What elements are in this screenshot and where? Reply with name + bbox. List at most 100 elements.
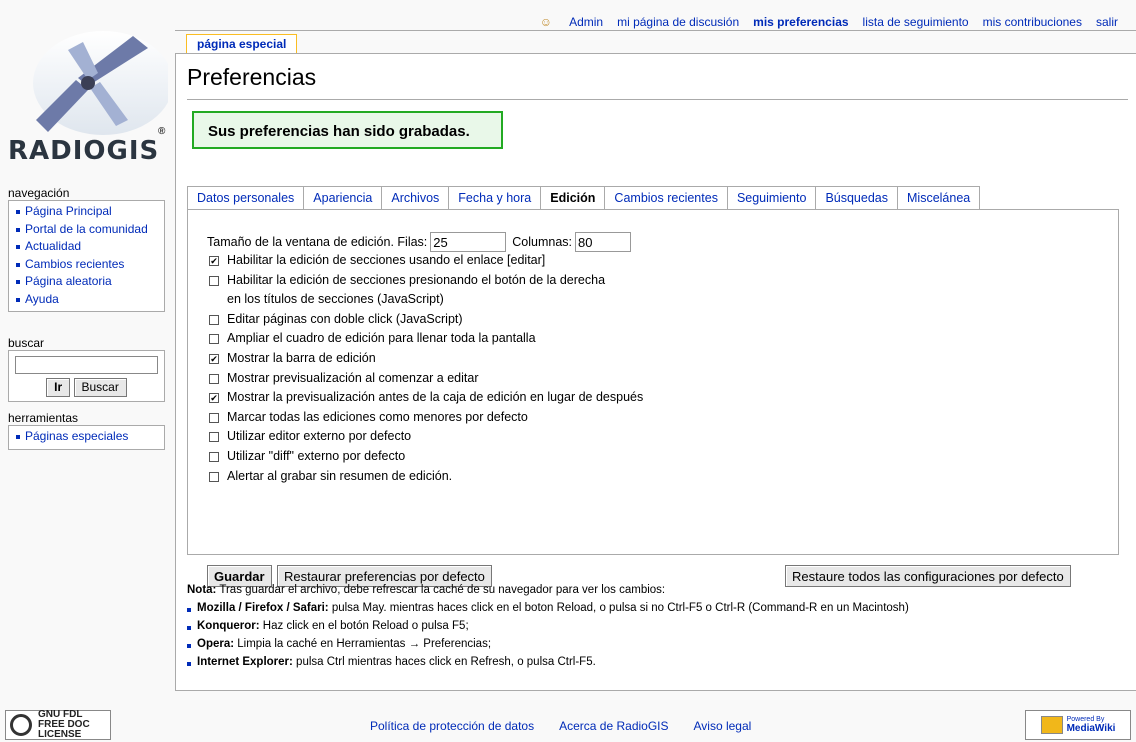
nav-item[interactable]: Portal de la comunidad — [15, 221, 158, 239]
option-row: en los títulos de secciones (JavaScript) — [209, 292, 643, 312]
footer-link-privacy[interactable]: Política de protección de datos — [370, 719, 534, 733]
nav-item[interactable]: Página Principal — [15, 203, 158, 221]
footer-link-disclaimer[interactable]: Aviso legal — [694, 719, 752, 733]
personal-link[interactable]: mis contribuciones — [983, 15, 1082, 29]
pref-tab[interactable]: Cambios recientes — [605, 186, 728, 210]
option-label: Habilitar la edición de secciones usando… — [227, 253, 546, 267]
pref-tab[interactable]: Fecha y hora — [449, 186, 542, 210]
mw-badge-line: Powered By — [1066, 716, 1105, 723]
footer-link-about[interactable]: Acerca de RadioGIS — [559, 719, 668, 733]
site-logo[interactable]: RADIOGIS ® — [8, 28, 173, 168]
personal-link[interactable]: salir — [1096, 15, 1118, 29]
tools-portlet: herramientas Páginas especiales — [8, 411, 165, 450]
option-row: ✔ Habilitar la edición de secciones usand… — [209, 253, 643, 273]
content-area: Preferencias Sus preferencias han sido g… — [175, 53, 1136, 691]
option-checkbox[interactable] — [209, 334, 219, 345]
option-checkbox[interactable]: ✔ — [209, 256, 219, 266]
go-button[interactable]: Ir — [46, 378, 71, 397]
gnu-badge-line: LICENSE — [38, 729, 82, 740]
option-row: Utilizar "diff" externo por defecto — [209, 449, 643, 469]
pref-tab[interactable]: Búsquedas — [816, 186, 898, 210]
option-checkbox[interactable] — [209, 412, 219, 423]
personal-toolbar: ☺ Admin mi página de discusión mis preferen… — [540, 12, 1118, 32]
option-row: Editar páginas con doble click (JavaScri… — [209, 312, 643, 332]
cols-label: Columnas: — [512, 235, 573, 249]
footer: GNU FDL FREE DOC LICENSE Política de pro… — [0, 707, 1136, 742]
option-label: Utilizar editor externo por defecto — [227, 429, 412, 444]
tools-item[interactable]: Páginas especiales — [15, 428, 158, 446]
options-list: ✔ Habilitar la edición de secciones usand… — [209, 253, 643, 488]
note-intro: Tras guardar el archivo, debe refrescar … — [216, 584, 666, 596]
option-label: Editar páginas con doble click (JavaScri… — [227, 311, 463, 326]
nav-item[interactable]: Cambios recientes — [15, 256, 158, 274]
editbox-size-row: Tamaño de la ventana de edición. Filas: … — [207, 232, 637, 252]
note-item-browser: Opera: — [197, 638, 235, 650]
personal-link[interactable]: mis preferencias — [753, 15, 848, 29]
note-item-browser: Konqueror: — [197, 620, 260, 632]
note-item-browser: Internet Explorer: — [197, 656, 293, 668]
pref-tab[interactable]: Seguimiento — [727, 186, 817, 210]
option-row: Utilizar editor externo por defecto — [209, 429, 643, 449]
pref-tab[interactable]: Archivos — [382, 186, 450, 210]
option-label: Habilitar la edición de secciones presio… — [227, 272, 606, 287]
navigation-list: Página Principal Portal de la comunidad Ac… — [15, 203, 158, 308]
powered-by-mediawiki-badge[interactable]: Powered By MediaWiki — [1025, 710, 1131, 740]
pref-tab[interactable]: Apariencia — [304, 186, 383, 210]
note-item: Internet Explorer: pulsa Ctrl mientras h… — [187, 656, 909, 674]
personal-link[interactable]: Admin — [569, 15, 603, 29]
gnu-logo-icon — [10, 714, 32, 736]
option-checkbox[interactable]: ✔ — [209, 393, 219, 404]
note-label: Nota: — [187, 584, 217, 596]
option-row: Mostrar previsualización al comenzar a e… — [209, 371, 643, 391]
search-input[interactable] — [15, 356, 158, 374]
cols-input[interactable] — [575, 232, 632, 252]
registered-mark: ® — [158, 126, 166, 137]
note-item-text: pulsa Ctrl mientras haces click en Refre… — [292, 656, 596, 668]
nav-item[interactable]: Ayuda — [15, 291, 158, 309]
rows-label: Tamaño de la ventana de edición. Filas: — [207, 235, 428, 249]
navigation-title: navegación — [8, 186, 70, 200]
special-page-tab[interactable]: página especial — [186, 34, 298, 54]
option-checkbox[interactable] — [209, 373, 219, 384]
search-button[interactable]: Buscar — [73, 378, 127, 397]
option-label: Ampliar el cuadro de edición para llenar… — [227, 331, 536, 346]
option-row: Alertar al grabar sin resumen de edición… — [209, 469, 643, 489]
option-checkbox[interactable]: ✔ — [209, 353, 219, 364]
option-checkbox[interactable] — [209, 314, 219, 325]
note-item: Konqueror: Haz click en el botón Reload … — [187, 620, 909, 638]
option-label: Utilizar "diff" externo por defecto — [227, 448, 406, 463]
nav-item[interactable]: Actualidad — [15, 238, 158, 256]
logo-text: RADIOGIS — [8, 136, 160, 166]
search-portlet: buscar Ir Buscar — [8, 336, 165, 402]
option-checkbox[interactable] — [209, 471, 219, 482]
option-label: en los títulos de secciones (JavaScript) — [227, 292, 444, 307]
option-checkbox[interactable] — [209, 432, 219, 443]
pref-tab[interactable]: Datos personales — [187, 186, 305, 210]
gnu-fdl-badge[interactable]: GNU FDL FREE DOC LICENSE — [5, 710, 111, 740]
option-row: ✔ Mostrar la barra de edición — [209, 351, 643, 371]
pref-tab[interactable]: Miscelánea — [898, 186, 981, 210]
note-item-text: pulsa May. mientras haces click en el bo… — [328, 602, 909, 614]
option-checkbox[interactable] — [209, 451, 219, 462]
tools-title: herramientas — [8, 411, 79, 425]
option-label: Alertar al grabar sin resumen de edición… — [227, 468, 453, 483]
mediawiki-logo-icon — [1040, 716, 1063, 734]
mw-badge-line: MediaWiki — [1066, 723, 1116, 734]
navigation-portlet: navegación Página Principal Portal de la … — [8, 186, 165, 312]
option-label: Mostrar la previsualización antes de la … — [227, 390, 644, 405]
rows-input[interactable] — [430, 232, 507, 252]
option-label: Mostrar previsualización al comenzar a e… — [227, 370, 479, 385]
option-checkbox[interactable] — [209, 275, 219, 286]
personal-link[interactable]: mi página de discusión — [617, 15, 739, 29]
nav-item[interactable]: Página aleatoria — [15, 273, 158, 291]
note-item: Mozilla / Firefox / Safari: pulsa May. m… — [187, 602, 909, 620]
title-divider — [187, 99, 1128, 100]
cache-note: Nota: Tras guardar el archivo, debe refr… — [187, 584, 909, 674]
preferences-panel: Tamaño de la ventana de edición. Filas: … — [187, 209, 1119, 587]
option-row: Habilitar la edición de secciones presio… — [209, 273, 643, 293]
preferences-tabs: Datos personales Apariencia Archivos Fecha … — [187, 186, 981, 212]
note-item-text: Haz click en el botón Reload o pulsa F5; — [259, 620, 469, 632]
top-divider — [175, 30, 1136, 31]
note-item: Opera: Limpia la caché en Herramientas →… — [187, 638, 909, 656]
personal-link[interactable]: lista de seguimiento — [863, 15, 969, 29]
